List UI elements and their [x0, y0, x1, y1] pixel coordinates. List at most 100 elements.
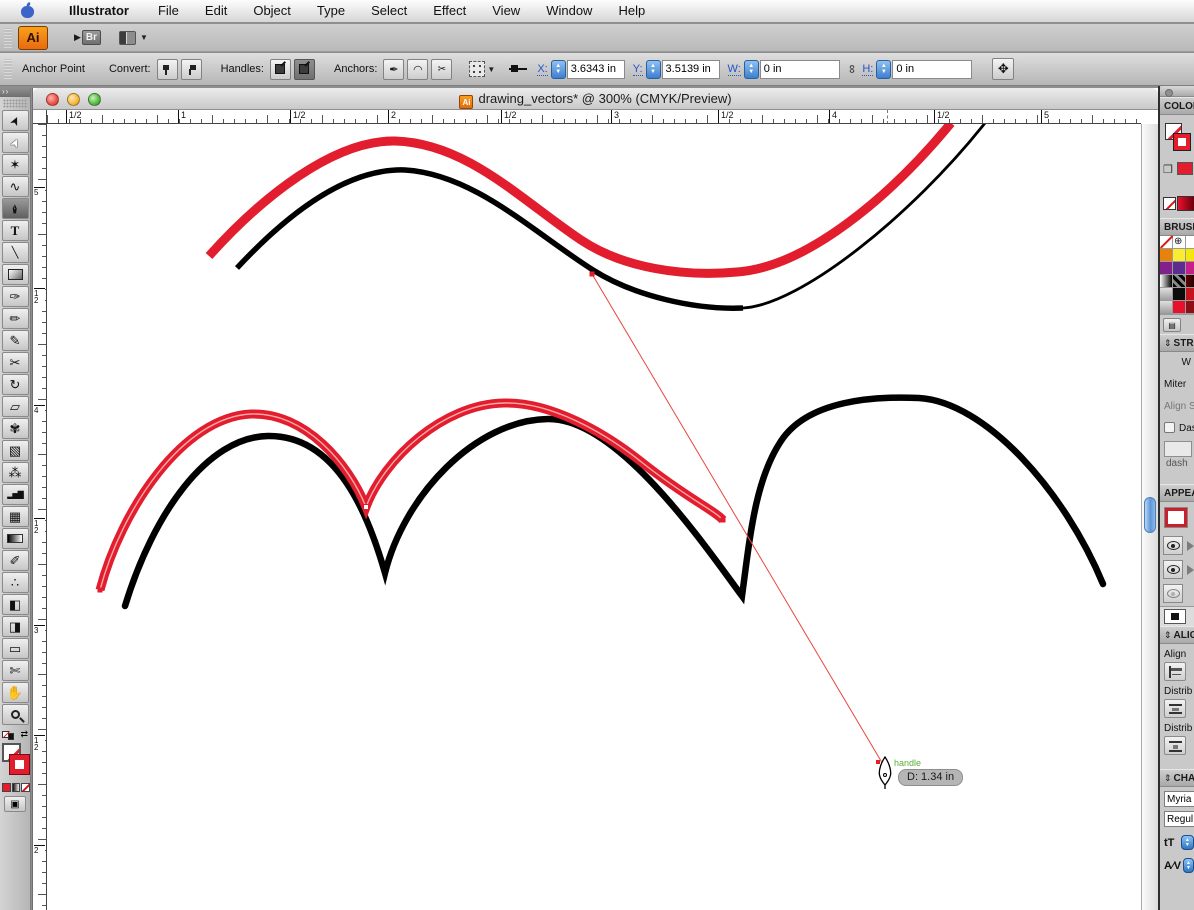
document-titlebar[interactable]: Aidrawing_vectors* @ 300% (CMYK/Preview) [33, 88, 1158, 110]
line-tool[interactable]: ╲ [2, 242, 29, 263]
current-color-swatch[interactable] [1177, 162, 1193, 175]
blend-tool[interactable]: ∴ [2, 572, 29, 593]
swatch[interactable] [1186, 236, 1194, 249]
align-left-button[interactable] [1164, 662, 1186, 681]
cut-path-button[interactable]: ✂ [431, 59, 452, 80]
w-input[interactable] [760, 60, 840, 79]
rectangle-tool[interactable] [2, 264, 29, 285]
menu-help[interactable]: Help [605, 0, 658, 23]
anchor-point[interactable] [721, 518, 726, 523]
vertical-ruler[interactable]: 5 12 4 12 3 12 2 [33, 124, 47, 910]
scrollbar-thumb[interactable] [1144, 497, 1156, 533]
bottom-black-curve[interactable] [125, 398, 1103, 606]
swap-fill-stroke-icon[interactable]: ⇄ [20, 729, 28, 740]
swatch-gradient[interactable] [1186, 275, 1194, 288]
workspace-switcher-button[interactable]: ▼ [119, 31, 148, 45]
swatch-group-folder[interactable] [1160, 301, 1173, 314]
collapse-icon[interactable]: ⇕ [1164, 630, 1172, 640]
scissors-tool[interactable]: ✂ [2, 352, 29, 373]
swatch[interactable] [1173, 262, 1186, 275]
zoom-tool[interactable] [2, 704, 29, 725]
swatch-gradient[interactable] [1160, 275, 1173, 288]
dash-input[interactable] [1164, 441, 1192, 457]
anchor-point[interactable] [98, 588, 103, 593]
swatch[interactable] [1186, 262, 1194, 275]
reference-point-selector[interactable] [469, 61, 485, 77]
menu-type[interactable]: Type [304, 0, 358, 23]
direct-selection-tool[interactable]: ➤ [2, 132, 29, 153]
visibility-toggle[interactable] [1163, 560, 1183, 579]
swatch[interactable] [1186, 288, 1194, 301]
slice-tool[interactable]: ✄ [2, 660, 29, 681]
x-stepper[interactable]: ▲▼ [551, 60, 566, 79]
connect-anchor-button[interactable]: ◠ [407, 59, 428, 80]
hand-tool[interactable]: ✋ [2, 682, 29, 703]
rotate-tool[interactable]: ↻ [2, 374, 29, 395]
top-black-curve[interactable] [237, 170, 743, 308]
menu-window[interactable]: Window [533, 0, 605, 23]
magic-wand-tool[interactable]: ✶ [2, 154, 29, 175]
out-of-gamut-cube-icon[interactable]: ❒ [1163, 163, 1173, 176]
free-transform-tool[interactable]: ▧ [2, 440, 29, 461]
color-button[interactable] [2, 783, 11, 792]
gradient-button[interactable] [12, 783, 21, 792]
swatch[interactable] [1173, 249, 1186, 262]
swatch-libraries-button[interactable]: ▤ [1163, 318, 1181, 332]
current-stroke-swatch[interactable] [1165, 508, 1187, 527]
artboard-canvas[interactable]: handle D: 1.34 in [47, 124, 1141, 910]
default-fill-stroke-widget[interactable]: ⇄ [2, 729, 28, 740]
mesh-tool[interactable]: ▦ [2, 506, 29, 527]
pen-tool[interactable]: ✒ [2, 198, 29, 219]
tab-character[interactable]: ⇕CHAR [1160, 769, 1194, 787]
swatch-registration[interactable] [1173, 236, 1186, 249]
swatch[interactable] [1173, 288, 1186, 301]
x-input[interactable] [567, 60, 625, 79]
menu-object[interactable]: Object [240, 0, 304, 23]
convert-to-smooth-button[interactable] [181, 59, 202, 80]
font-size-stepper[interactable]: ▲▼ [1181, 835, 1194, 850]
visibility-toggle[interactable] [1163, 536, 1183, 555]
tab-appearance[interactable]: APPEA [1160, 484, 1194, 502]
link-dimensions-icon[interactable]: ∞ [845, 65, 859, 74]
collapse-icon[interactable]: ⇕ [1164, 338, 1172, 348]
scale-tool[interactable]: ▱ [2, 396, 29, 417]
tab-stroke[interactable]: ⇕STRO [1160, 334, 1194, 352]
lasso-tool[interactable]: ∿ [2, 176, 29, 197]
stroke-swatch-red[interactable] [10, 755, 29, 774]
h-stepper[interactable]: ▲▼ [876, 60, 891, 79]
symbol-sprayer-tool[interactable]: ⁂ [2, 462, 29, 483]
eyedropper-tool[interactable]: ✐ [2, 550, 29, 571]
direction-handle-end[interactable] [876, 760, 880, 764]
swatch[interactable] [1186, 301, 1194, 314]
panel-grip[interactable] [3, 99, 27, 108]
direction-handle-start[interactable] [590, 272, 595, 277]
dock-titlebar[interactable] [1160, 86, 1194, 97]
menu-file[interactable]: File [145, 0, 192, 23]
pencil-tool[interactable]: ✏ [2, 308, 29, 329]
dashed-line-checkbox[interactable] [1164, 422, 1175, 433]
selection-tool[interactable]: ➤ [2, 110, 29, 131]
kerning-stepper[interactable]: ▲▼ [1183, 858, 1194, 873]
stroke-red-swatch[interactable] [1174, 134, 1190, 150]
bridge-button[interactable]: ▶ Br [74, 30, 101, 45]
h-input[interactable] [892, 60, 972, 79]
y-input[interactable] [662, 60, 720, 79]
remove-anchor-button[interactable]: ✒ [383, 59, 404, 80]
vertical-scrollbar[interactable] [1141, 124, 1158, 910]
menu-illustrator[interactable]: Illustrator [56, 0, 145, 23]
expand-arrow-icon[interactable] [1187, 565, 1194, 575]
expand-arrow-icon[interactable] [1187, 541, 1194, 551]
collapse-chevrons-icon[interactable]: ›› [0, 88, 30, 97]
tab-color[interactable]: COLOR [1160, 97, 1194, 115]
anchor-point[interactable] [364, 505, 369, 510]
tab-brushes[interactable]: BRUSH [1160, 218, 1194, 236]
artboard-tool[interactable]: ▭ [2, 638, 29, 659]
distribute-spacing-button[interactable] [1164, 736, 1186, 755]
live-paint-bucket-tool[interactable]: ◧ [2, 594, 29, 615]
swatch[interactable] [1160, 262, 1173, 275]
column-graph-tool[interactable]: ▂▅▇ [2, 484, 29, 505]
live-paint-selection-tool[interactable]: ◨ [2, 616, 29, 637]
distribute-vertical-button[interactable] [1164, 699, 1186, 718]
font-family-input[interactable] [1164, 791, 1194, 807]
swatch-pattern[interactable] [1173, 275, 1186, 288]
